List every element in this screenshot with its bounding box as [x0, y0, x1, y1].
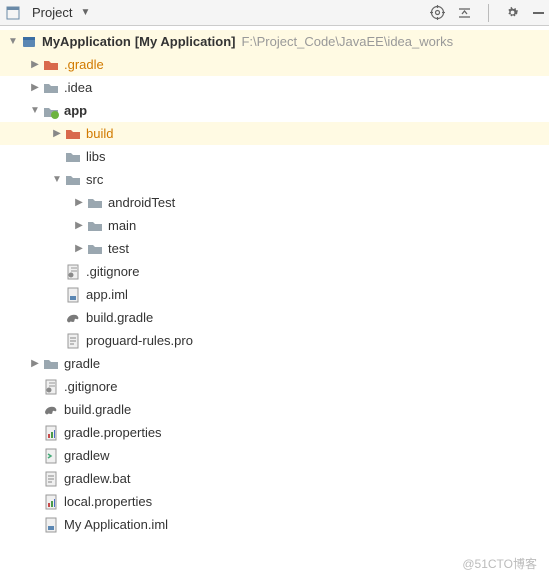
- chevron-down-icon[interactable]: ▼: [80, 7, 90, 18]
- chevron-right-icon[interactable]: ▶: [72, 197, 86, 208]
- tree-item[interactable]: ▶ .idea: [0, 76, 549, 99]
- tree-item[interactable]: ▶build.gradle: [0, 398, 549, 421]
- window-icon: [4, 4, 22, 22]
- propfile-icon: [42, 493, 60, 511]
- tree-item[interactable]: ▶.gitignore: [0, 375, 549, 398]
- project-tree: ▼ MyApplication [My Application] F:\Project…: [0, 26, 549, 544]
- shfile-icon: [42, 447, 60, 465]
- tree-item[interactable]: ▶ build: [0, 122, 549, 145]
- folder-icon: [86, 217, 104, 235]
- folder-icon: [64, 148, 82, 166]
- gradle-icon: [42, 401, 60, 419]
- chevron-right-icon[interactable]: ▶: [72, 220, 86, 231]
- chevron-down-icon[interactable]: ▼: [50, 174, 64, 185]
- tree-item-label: androidTest: [108, 195, 175, 210]
- tree-item[interactable]: ▶.gitignore: [0, 260, 549, 283]
- project-tool-header: Project ▼: [0, 0, 549, 26]
- folder-icon: [86, 194, 104, 212]
- divider: [488, 4, 489, 22]
- tree-item-label: main: [108, 218, 136, 233]
- chevron-right-icon[interactable]: ▶: [28, 82, 42, 93]
- view-selector-label[interactable]: Project: [32, 5, 72, 20]
- folder-exc-icon: [42, 56, 60, 74]
- textfile-icon: [64, 332, 82, 350]
- header-right: [430, 4, 545, 22]
- tree-item[interactable]: ▶gradlew.bat: [0, 467, 549, 490]
- tree-item-label: proguard-rules.pro: [86, 333, 193, 348]
- tree-item-path: F:\Project_Code\JavaEE\idea_works: [241, 34, 453, 49]
- tree-item[interactable]: ▶ .gradle: [0, 53, 549, 76]
- tree-item-label: src: [86, 172, 103, 187]
- tree-item-label: gradle.properties: [64, 425, 162, 440]
- tree-item-label: gradlew: [64, 448, 110, 463]
- watermark: @51CTO博客: [462, 555, 537, 572]
- gear-icon[interactable]: [505, 5, 520, 20]
- tree-item[interactable]: ▶build.gradle: [0, 306, 549, 329]
- folder-icon: [42, 355, 60, 373]
- header-left: Project ▼: [4, 4, 90, 22]
- tree-item-label: .gitignore: [64, 379, 117, 394]
- chevron-right-icon[interactable]: ▶: [50, 128, 64, 139]
- target-icon[interactable]: [430, 5, 445, 20]
- tree-item-label: build.gradle: [64, 402, 131, 417]
- folder-icon: [64, 171, 82, 189]
- chevron-right-icon[interactable]: ▶: [28, 358, 42, 369]
- tree-item-label: test: [108, 241, 129, 256]
- chevron-right-icon[interactable]: ▶: [72, 243, 86, 254]
- tree-item[interactable]: ▼ MyApplication [My Application] F:\Project…: [0, 30, 549, 53]
- tree-item[interactable]: ▶ main: [0, 214, 549, 237]
- tree-item-label: gradle: [64, 356, 100, 371]
- tree-item-suffix: [My Application]: [135, 34, 236, 49]
- tree-item[interactable]: ▶proguard-rules.pro: [0, 329, 549, 352]
- tree-item[interactable]: ▶ androidTest: [0, 191, 549, 214]
- gitfile-icon: [64, 263, 82, 281]
- chevron-down-icon[interactable]: ▼: [6, 36, 20, 47]
- imlfile-icon: [64, 286, 82, 304]
- chevron-right-icon[interactable]: ▶: [28, 59, 42, 70]
- tree-item-label: .gradle: [64, 57, 104, 72]
- tree-item-label: app: [64, 103, 87, 118]
- tree-item-label: gradlew.bat: [64, 471, 131, 486]
- chevron-down-icon[interactable]: ▼: [28, 105, 42, 116]
- tree-item-label: My Application.iml: [64, 517, 168, 532]
- imlfile-icon: [42, 516, 60, 534]
- tree-item-label: build.gradle: [86, 310, 153, 325]
- tree-item-label: .gitignore: [86, 264, 139, 279]
- batfile-icon: [42, 470, 60, 488]
- folder-exc-icon: [64, 125, 82, 143]
- tree-item[interactable]: ▶My Application.iml: [0, 513, 549, 536]
- tree-item[interactable]: ▼ app: [0, 99, 549, 122]
- tree-item-label: app.iml: [86, 287, 128, 302]
- gradle-icon: [64, 309, 82, 327]
- tree-item[interactable]: ▶gradlew: [0, 444, 549, 467]
- folder-icon: [42, 79, 60, 97]
- tree-item[interactable]: ▶local.properties: [0, 490, 549, 513]
- project-icon: [20, 33, 38, 51]
- tree-item-label: MyApplication: [42, 34, 131, 49]
- tree-item-label: local.properties: [64, 494, 152, 509]
- gitfile-icon: [42, 378, 60, 396]
- propfile-icon: [42, 424, 60, 442]
- tree-item-label: build: [86, 126, 113, 141]
- tree-item[interactable]: ▶libs: [0, 145, 549, 168]
- collapse-icon[interactable]: [457, 5, 472, 20]
- tree-item[interactable]: ▶gradle.properties: [0, 421, 549, 444]
- tree-item[interactable]: ▼ src: [0, 168, 549, 191]
- tree-item[interactable]: ▶app.iml: [0, 283, 549, 306]
- hide-icon[interactable]: [532, 6, 545, 19]
- tree-item-label: .idea: [64, 80, 92, 95]
- tree-item[interactable]: ▶ gradle: [0, 352, 549, 375]
- tree-item-label: libs: [86, 149, 106, 164]
- module-icon: [42, 102, 60, 120]
- tree-item[interactable]: ▶ test: [0, 237, 549, 260]
- folder-icon: [86, 240, 104, 258]
